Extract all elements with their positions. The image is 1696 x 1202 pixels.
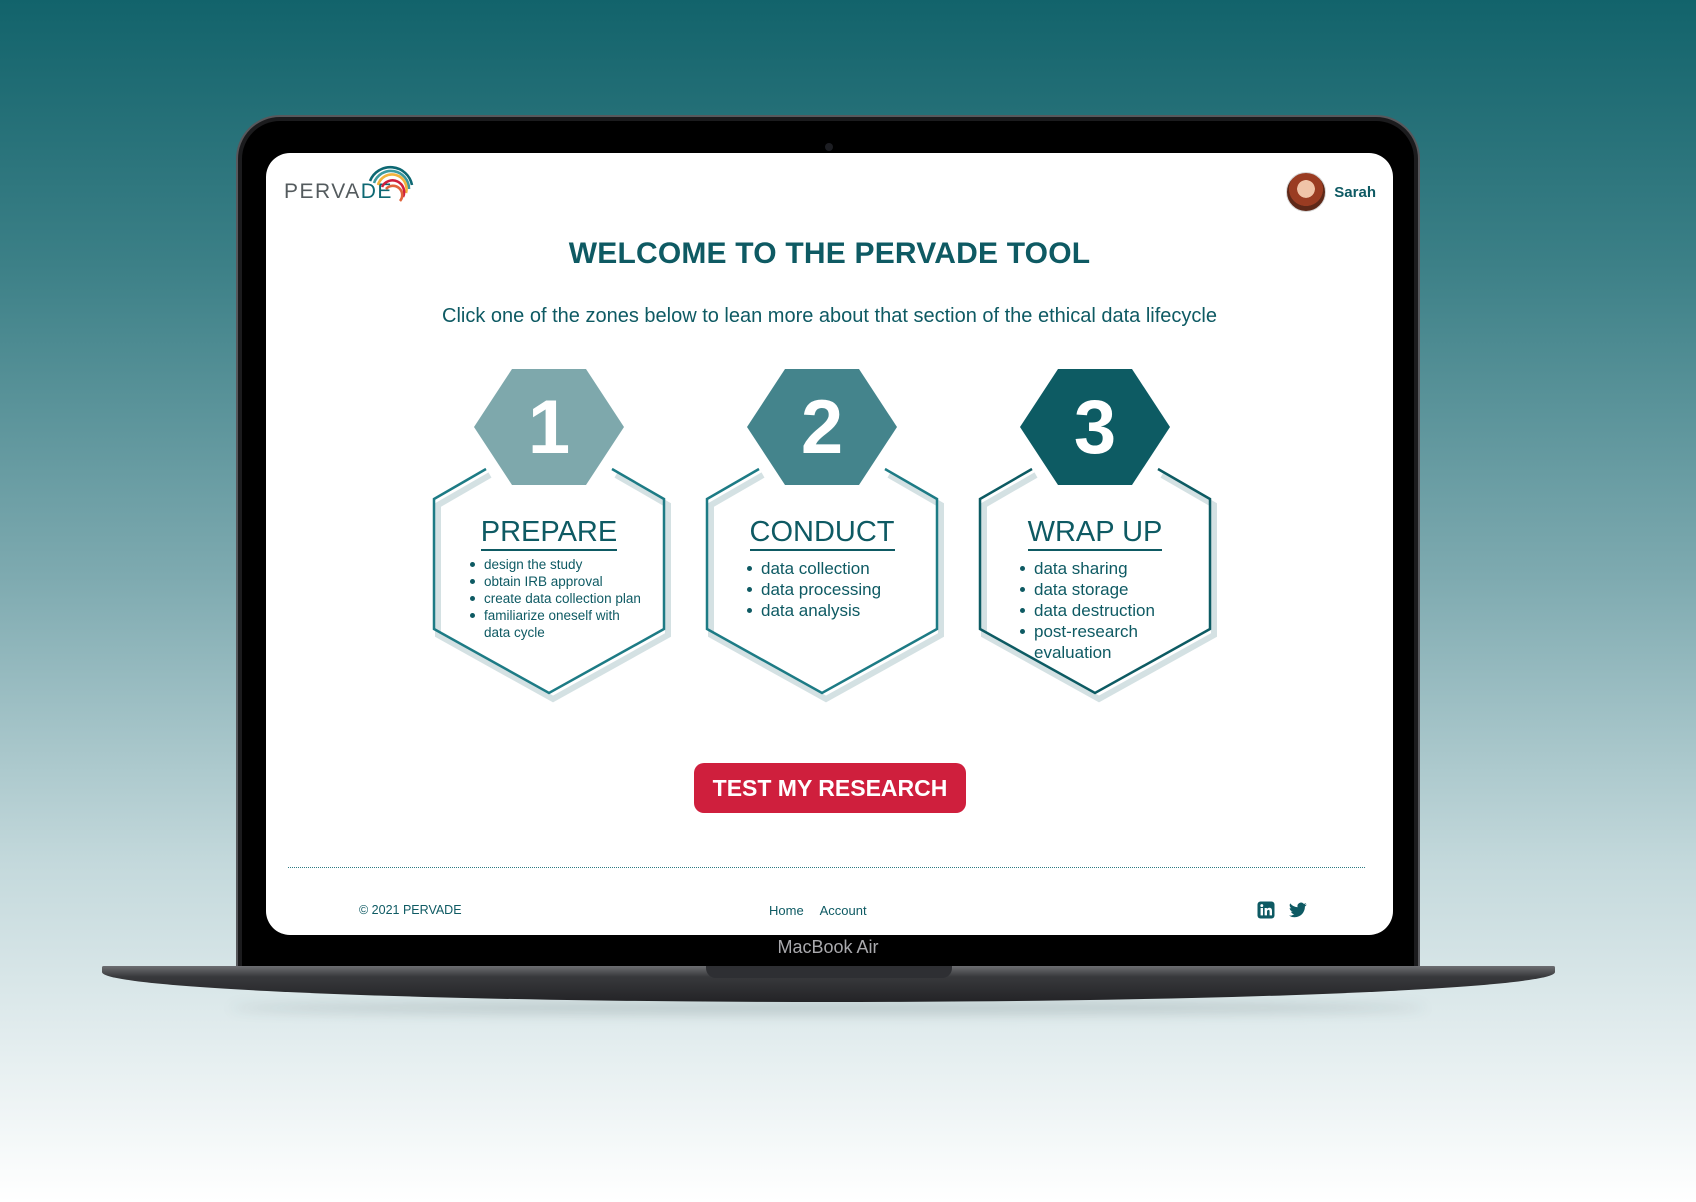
footer-link-home[interactable]: Home <box>769 903 804 918</box>
camera <box>825 143 833 151</box>
test-my-research-button[interactable]: TEST MY RESEARCH <box>694 763 966 813</box>
app-screen: PERVADE Sarah WELCOME TO THE PERVADE TOO… <box>266 153 1393 935</box>
zone-number: 2 <box>800 384 844 470</box>
zone-title: PREPARE <box>424 516 674 551</box>
list-item: data analysis <box>747 600 881 621</box>
list-item: familiarize oneself with data cycle <box>470 607 620 641</box>
zone-prepare[interactable]: 1 PREPARE design the study obtain IRB ap… <box>424 369 674 713</box>
user-name: Sarah <box>1334 183 1376 201</box>
footer-nav: Home Account <box>769 903 880 918</box>
page-subtitle: Click one of the zones below to lean mor… <box>442 305 1217 327</box>
device-model-label: MacBook Air <box>777 937 879 957</box>
pervade-logo[interactable]: PERVADE <box>284 163 419 207</box>
list-item: post-research evaluation <box>1020 621 1164 663</box>
zone-items: design the study obtain IRB approval cre… <box>470 556 641 641</box>
list-item: data sharing <box>1020 558 1164 579</box>
copyright: © 2021 PERVADE <box>359 903 462 917</box>
laptop-shadow <box>230 1002 1426 1014</box>
zone-number: 1 <box>527 384 571 470</box>
avatar[interactable] <box>1286 172 1327 212</box>
list-item: data collection <box>747 558 881 579</box>
user-menu[interactable]: Sarah <box>1286 172 1376 212</box>
zone-conduct[interactable]: 2 CONDUCT data collection data processin… <box>697 369 947 713</box>
footer-divider <box>288 867 1365 868</box>
page-title: WELCOME TO THE PERVADE TOOL <box>568 237 1091 270</box>
linkedin-icon[interactable] <box>1257 901 1275 919</box>
zone-wrap-up[interactable]: 3 WRAP UP data sharing data storage data… <box>970 369 1220 713</box>
list-item: create data collection plan <box>470 590 641 607</box>
list-item: obtain IRB approval <box>470 573 641 590</box>
zone-title: WRAP UP <box>970 516 1220 551</box>
laptop-hinge-notch <box>706 966 952 978</box>
list-item: design the study <box>470 556 641 573</box>
zone-number: 3 <box>1073 384 1117 470</box>
list-item: data storage <box>1020 579 1164 600</box>
social-links <box>1257 901 1307 919</box>
zone-title: CONDUCT <box>697 516 947 551</box>
footer-link-account[interactable]: Account <box>820 903 867 918</box>
list-item: data destruction <box>1020 600 1164 621</box>
twitter-icon[interactable] <box>1289 901 1307 919</box>
zone-items: data collection data processing data ana… <box>747 558 881 621</box>
zone-items: data sharing data storage data destructi… <box>1020 558 1164 663</box>
list-item: data processing <box>747 579 881 600</box>
logo-arcs-icon <box>368 165 414 202</box>
